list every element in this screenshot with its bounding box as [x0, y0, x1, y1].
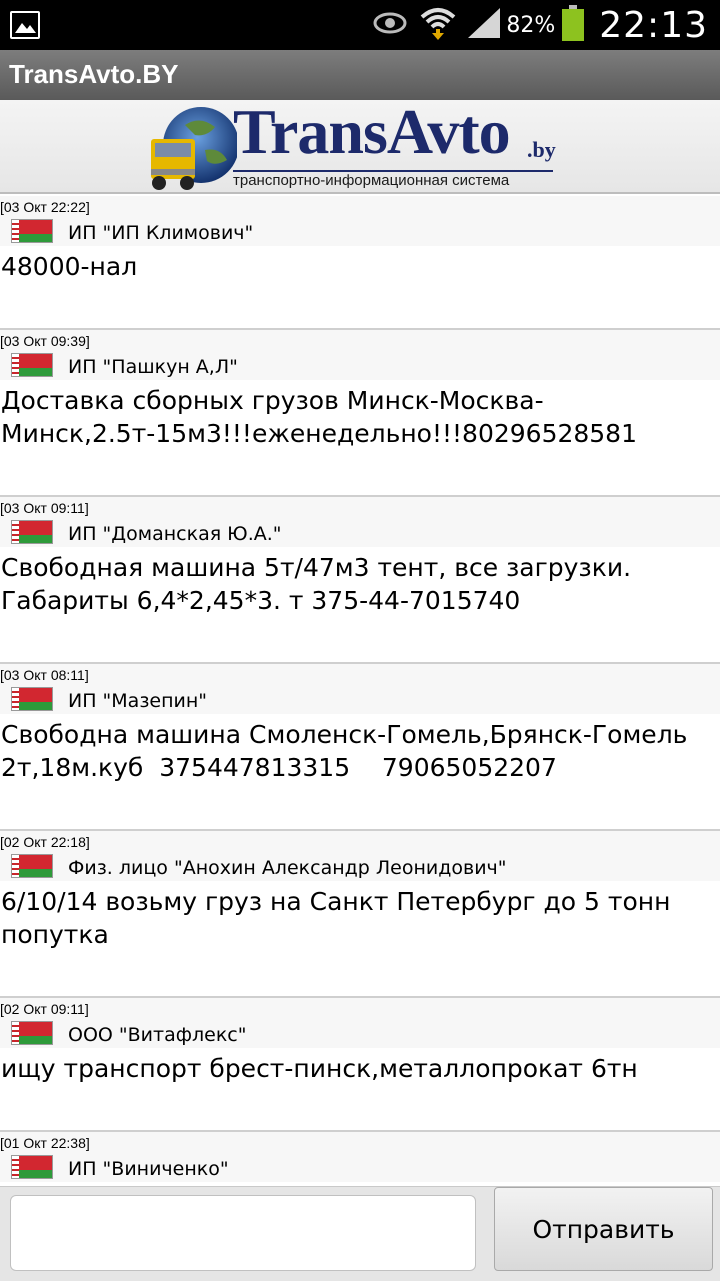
item-header: [01 Окт 22:38] ИП "Виниченко" [0, 1132, 720, 1182]
item-header: [03 Окт 22:22] ИП "ИП Климович" [0, 196, 720, 246]
belarus-flag-icon [11, 353, 53, 377]
logo-text: TransAvto [233, 96, 511, 167]
item-text: Свободная машина 5т/47м3 тент, все загру… [1, 553, 639, 615]
item-company: ИП "Доманская Ю.А." [68, 523, 282, 545]
app-title: TransAvto.BY [9, 59, 179, 89]
belarus-flag-icon [11, 854, 53, 878]
belarus-flag-icon [11, 520, 53, 544]
item-text: 6/10/14 возьму груз на Санкт Петербург д… [1, 887, 679, 949]
gallery-icon [10, 11, 40, 39]
item-company: Физ. лицо "Анохин Александр Леонидович" [68, 857, 507, 879]
signal-icon [468, 8, 501, 42]
battery-icon [561, 5, 585, 45]
item-date: [03 Окт 22:22] [0, 199, 90, 215]
list-item[interactable]: [03 Окт 09:39] ИП "Пашкун А,Л" Доставка сб… [0, 330, 720, 497]
belarus-flag-icon [11, 687, 53, 711]
belarus-flag-icon [11, 1155, 53, 1179]
action-bar: TransAvto.BY [0, 50, 720, 100]
list-item[interactable]: [02 Окт 22:18] Физ. лицо "Анохин Александ… [0, 831, 720, 998]
item-header: [03 Окт 09:11] ИП "Доманская Ю.А." [0, 497, 720, 547]
logo-suffix: .by [527, 137, 556, 162]
item-company: ИП "ИП Климович" [68, 222, 254, 244]
item-text: 48000-нал [1, 252, 138, 281]
logo: TransAvto .by транспортно-информационная… [145, 96, 565, 191]
battery-percent: 82% [506, 12, 556, 38]
banner: TransAvto .by транспортно-информационная… [0, 96, 720, 194]
list-item[interactable]: [03 Окт 22:22] ИП "ИП Климович" 48000-нал [0, 196, 720, 330]
item-header: [03 Окт 09:39] ИП "Пашкун А,Л" [0, 330, 720, 380]
status-bar: 82% 22:13 [0, 0, 720, 50]
item-company: ИП "Пашкун А,Л" [68, 356, 238, 378]
item-text: Доставка сборных грузов Минск-Москва-Мин… [1, 386, 637, 448]
item-date: [03 Окт 09:39] [0, 333, 90, 349]
item-text: ищу транспорт брест-пинск,металлопрокат … [1, 1054, 638, 1083]
message-list[interactable]: [03 Окт 22:22] ИП "ИП Климович" 48000-нал[… [0, 196, 720, 1186]
belarus-flag-icon [11, 219, 53, 243]
list-item[interactable]: [03 Окт 09:11] ИП "Доманская Ю.А." Свободн… [0, 497, 720, 664]
clock: 22:13 [599, 4, 708, 46]
item-header: [02 Окт 22:18] Физ. лицо "Анохин Александ… [0, 831, 720, 881]
compose-bar: Отправить [0, 1186, 720, 1281]
item-date: [03 Окт 08:11] [0, 667, 89, 683]
message-input[interactable] [10, 1195, 476, 1271]
item-date: [02 Окт 22:18] [0, 834, 90, 850]
belarus-flag-icon [11, 1021, 53, 1045]
send-button[interactable]: Отправить [494, 1187, 713, 1271]
item-date: [03 Окт 09:11] [0, 500, 89, 516]
truck-globe-icon [151, 107, 237, 190]
item-text: Свободна машина Смоленск-Гомель,Брянск-Г… [1, 720, 696, 782]
item-header: [03 Окт 08:11] ИП "Мазепин" [0, 664, 720, 714]
item-company: ИП "Виниченко" [68, 1158, 229, 1180]
item-date: [01 Окт 22:38] [0, 1135, 90, 1151]
item-company: ИП "Мазепин" [68, 690, 208, 712]
list-item[interactable]: [03 Окт 08:11] ИП "Мазепин" Свободна машин… [0, 664, 720, 831]
logo-tagline: транспортно-информационная система [233, 170, 553, 189]
list-item[interactable]: [01 Окт 22:38]ИП "Виниченко"Свободна маш… [0, 1132, 720, 1186]
wifi-icon [420, 5, 456, 45]
item-header: [02 Окт 09:11] ООО "Витафлекс" [0, 998, 720, 1048]
item-date: [02 Окт 09:11] [0, 1001, 89, 1017]
item-company: ООО "Витафлекс" [68, 1024, 247, 1046]
list-item[interactable]: [02 Окт 09:11] ООО "Витафлекс" ищу транспо… [0, 998, 720, 1132]
eye-icon [372, 11, 408, 39]
